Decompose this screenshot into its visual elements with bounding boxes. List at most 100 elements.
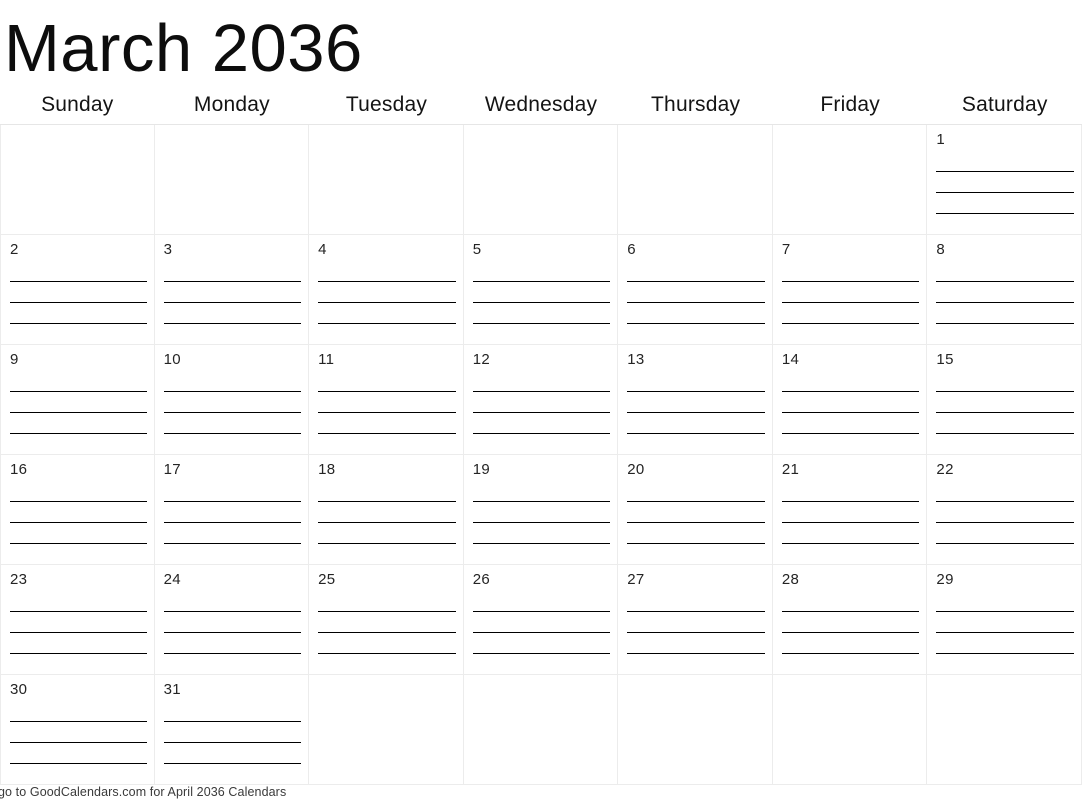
note-line[interactable]	[164, 764, 302, 784]
note-line[interactable]	[163, 592, 302, 612]
note-line[interactable]	[318, 324, 456, 344]
note-line[interactable]	[164, 434, 302, 454]
note-line[interactable]	[318, 502, 456, 523]
note-line[interactable]	[781, 633, 920, 654]
note-line[interactable]	[472, 592, 611, 612]
note-line[interactable]	[627, 654, 765, 674]
calendar-day-cell[interactable]: 12	[463, 345, 619, 455]
calendar-day-cell[interactable]: 3	[154, 235, 310, 345]
note-line[interactable]	[781, 303, 920, 324]
calendar-day-cell[interactable]: 18	[309, 455, 464, 565]
note-line[interactable]	[782, 544, 920, 564]
calendar-day-cell[interactable]: 10	[154, 345, 310, 455]
calendar-day-cell[interactable]: 7	[772, 235, 928, 345]
note-line[interactable]	[10, 702, 147, 722]
note-line[interactable]	[936, 482, 1074, 502]
note-line[interactable]	[163, 482, 302, 502]
note-line[interactable]	[318, 654, 456, 674]
note-line[interactable]	[10, 372, 147, 392]
note-line[interactable]	[781, 482, 920, 502]
note-line[interactable]	[318, 523, 456, 544]
note-line[interactable]	[627, 612, 765, 633]
note-line[interactable]	[473, 434, 611, 454]
note-line[interactable]	[472, 392, 611, 413]
note-line[interactable]	[936, 434, 1074, 454]
note-line[interactable]	[163, 392, 302, 413]
note-line[interactable]	[936, 324, 1074, 344]
note-line[interactable]	[472, 633, 611, 654]
note-line[interactable]	[318, 544, 456, 564]
calendar-day-cell[interactable]: 6	[618, 235, 773, 345]
note-line[interactable]	[164, 654, 302, 674]
note-line[interactable]	[163, 612, 302, 633]
note-line[interactable]	[10, 434, 147, 454]
calendar-day-cell[interactable]: 1	[927, 125, 1082, 235]
calendar-day-cell[interactable]: 14	[772, 345, 928, 455]
note-line[interactable]	[10, 523, 147, 544]
note-line[interactable]	[10, 482, 147, 502]
calendar-day-cell[interactable]: 17	[154, 455, 310, 565]
note-line[interactable]	[781, 592, 920, 612]
note-line[interactable]	[10, 743, 147, 764]
note-line[interactable]	[10, 262, 147, 282]
note-line[interactable]	[318, 482, 456, 502]
note-line[interactable]	[936, 214, 1074, 234]
note-line[interactable]	[627, 303, 765, 324]
note-line[interactable]	[627, 523, 765, 544]
note-line[interactable]	[163, 502, 302, 523]
note-line[interactable]	[472, 523, 611, 544]
note-line[interactable]	[936, 303, 1074, 324]
note-line[interactable]	[781, 612, 920, 633]
note-line[interactable]	[627, 502, 765, 523]
note-line[interactable]	[936, 502, 1074, 523]
note-line[interactable]	[936, 523, 1074, 544]
note-line[interactable]	[936, 372, 1074, 392]
note-line[interactable]	[472, 612, 611, 633]
note-line[interactable]	[472, 282, 611, 303]
note-line[interactable]	[318, 303, 456, 324]
note-line[interactable]	[318, 413, 456, 434]
note-line[interactable]	[10, 324, 147, 344]
note-line[interactable]	[164, 544, 302, 564]
calendar-day-cell[interactable]: 31	[154, 675, 310, 785]
calendar-day-cell[interactable]: 8	[927, 235, 1082, 345]
note-line[interactable]	[627, 434, 765, 454]
calendar-day-cell[interactable]: 24	[154, 565, 310, 675]
calendar-day-cell[interactable]: 30	[0, 675, 155, 785]
calendar-day-cell[interactable]: 19	[463, 455, 619, 565]
calendar-day-cell[interactable]: 27	[618, 565, 773, 675]
note-line[interactable]	[781, 262, 920, 282]
note-line[interactable]	[163, 262, 302, 282]
calendar-day-cell[interactable]: 23	[0, 565, 155, 675]
note-line[interactable]	[318, 434, 456, 454]
note-line[interactable]	[473, 544, 611, 564]
note-line[interactable]	[781, 413, 920, 434]
note-line[interactable]	[627, 413, 765, 434]
note-line[interactable]	[472, 502, 611, 523]
note-line[interactable]	[318, 633, 456, 654]
calendar-day-cell[interactable]: 21	[772, 455, 928, 565]
note-line[interactable]	[782, 434, 920, 454]
note-line[interactable]	[936, 544, 1074, 564]
note-line[interactable]	[318, 612, 456, 633]
calendar-day-cell[interactable]: 26	[463, 565, 619, 675]
note-line[interactable]	[627, 282, 765, 303]
note-line[interactable]	[163, 633, 302, 654]
note-line[interactable]	[627, 633, 765, 654]
note-line[interactable]	[163, 372, 302, 392]
calendar-day-cell[interactable]: 28	[772, 565, 928, 675]
note-line[interactable]	[10, 392, 147, 413]
calendar-day-cell[interactable]: 4	[309, 235, 464, 345]
note-line[interactable]	[781, 282, 920, 303]
note-line[interactable]	[781, 502, 920, 523]
note-line[interactable]	[163, 722, 302, 743]
note-line[interactable]	[936, 172, 1074, 193]
note-line[interactable]	[627, 372, 765, 392]
note-line[interactable]	[781, 392, 920, 413]
note-line[interactable]	[627, 482, 765, 502]
note-line[interactable]	[10, 592, 147, 612]
note-line[interactable]	[472, 372, 611, 392]
note-line[interactable]	[163, 743, 302, 764]
calendar-day-cell[interactable]: 13	[618, 345, 773, 455]
note-line[interactable]	[10, 633, 147, 654]
